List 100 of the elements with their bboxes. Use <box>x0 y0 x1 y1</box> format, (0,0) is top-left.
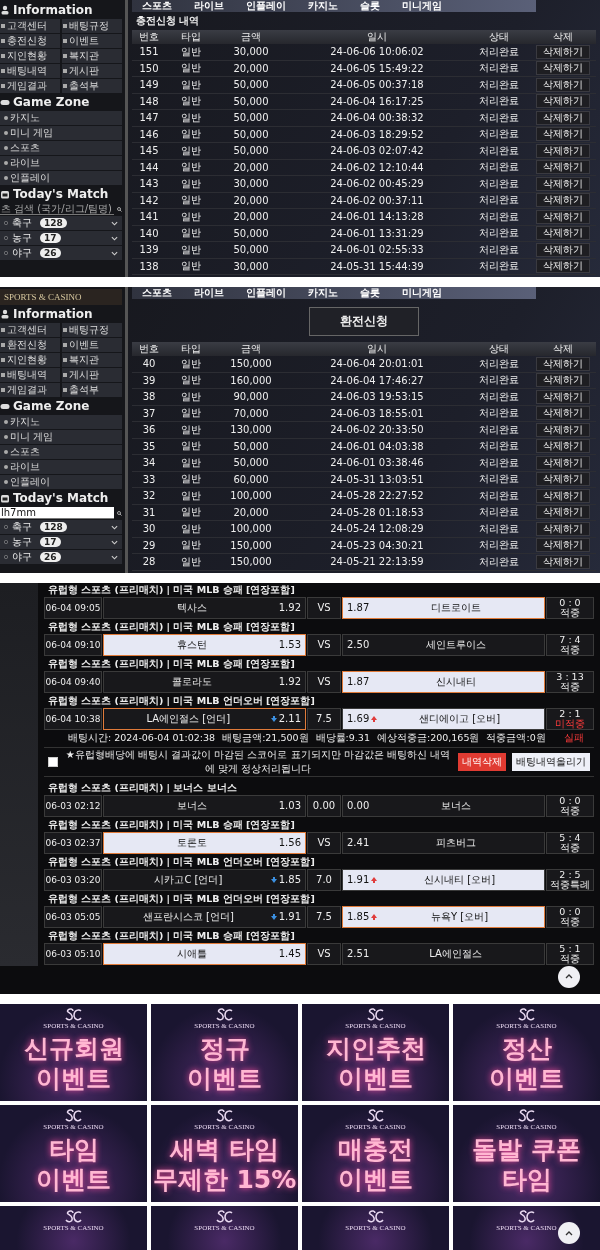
nav-link[interactable]: 스포츠 <box>142 287 172 300</box>
delete-button[interactable]: 삭제하기 <box>536 455 590 470</box>
action-button[interactable]: 배팅내역올리기 <box>512 752 590 771</box>
delete-button[interactable]: 삭제하기 <box>536 538 590 553</box>
section-heading: Information <box>13 3 93 17</box>
count-badge: 17 <box>40 233 61 243</box>
menu-button[interactable]: 복지관 <box>62 353 122 367</box>
menu-button[interactable]: 게임결과 <box>0 383 60 397</box>
dot-icon <box>4 435 8 439</box>
delete-button[interactable]: 삭제하기 <box>536 406 590 421</box>
delete-button[interactable]: 삭제하기 <box>536 160 590 175</box>
delete-button[interactable]: 삭제하기 <box>536 356 590 371</box>
nav-link[interactable]: 카지노 <box>308 287 338 300</box>
sport-item[interactable]: 농구 17 <box>0 535 122 549</box>
menu-button[interactable]: 지인현황 <box>0 353 60 367</box>
nav-link[interactable]: 스포츠 <box>142 0 172 13</box>
menu-button[interactable]: 환전신청 <box>0 338 60 352</box>
menu-button[interactable]: 배팅내역 <box>0 368 60 382</box>
sport-item[interactable]: 야구 26 <box>0 246 122 260</box>
menu-button[interactable]: 지인현황 <box>0 49 60 63</box>
nav-link[interactable]: 슬롯 <box>360 287 380 300</box>
nav-link[interactable]: 인플레이 <box>246 287 286 300</box>
monogram-logo-icon <box>63 1108 84 1123</box>
banner-title: 정규 <box>199 1033 250 1064</box>
delete-button[interactable]: 삭제하기 <box>536 94 590 109</box>
delete-button[interactable]: 삭제하기 <box>536 389 590 404</box>
game-zone-button[interactable]: 카지노 <box>0 415 122 429</box>
delete-button[interactable]: 삭제하기 <box>536 209 590 224</box>
delete-button[interactable]: 삭제하기 <box>536 242 590 257</box>
menu-button[interactable]: 게시판 <box>62 64 122 78</box>
menu-button[interactable]: 출석부 <box>62 383 122 397</box>
delete-button[interactable]: 삭제하기 <box>536 127 590 142</box>
search-icon[interactable] <box>117 508 122 518</box>
delete-button[interactable]: 삭제하기 <box>536 505 590 520</box>
action-button[interactable]: 내역삭제 <box>458 752 506 771</box>
menu-button[interactable]: 게임결과 <box>0 79 60 93</box>
delete-button[interactable]: 삭제하기 <box>536 226 590 241</box>
delete-button[interactable]: 삭제하기 <box>536 422 590 437</box>
sport-item[interactable]: 농구 17 <box>0 231 122 245</box>
sport-item[interactable]: 야구 26 <box>0 550 122 564</box>
table-cell-text: 일반 <box>180 439 202 454</box>
table-cell-text: 처리완료 <box>478 455 520 470</box>
nav-link[interactable]: 라이브 <box>194 0 224 13</box>
sport-item[interactable]: 축구 128 <box>0 216 122 230</box>
menu-button[interactable]: 배팅내역 <box>0 64 60 78</box>
nav-link[interactable]: 미니게임 <box>402 0 442 13</box>
team-name: 피츠버그 <box>434 835 477 850</box>
menu-button[interactable]: 복지관 <box>62 49 122 63</box>
search-field[interactable]: 츠 검색 (국가/리그/팀명) <box>0 203 114 215</box>
delete-button[interactable]: 삭제하기 <box>536 61 590 76</box>
delete-button[interactable]: 삭제하기 <box>536 44 590 59</box>
delete-button[interactable]: 삭제하기 <box>536 521 590 536</box>
odds: 0.00 <box>347 800 370 811</box>
nav-link[interactable]: 라이브 <box>194 287 224 300</box>
game-zone-button[interactable]: 미니 게임 <box>0 126 122 140</box>
section-heading: Game Zone <box>13 399 90 413</box>
game-zone-button[interactable]: 스포츠 <box>0 445 122 459</box>
match-time: 06-03 02:12 <box>44 794 102 817</box>
delete-button[interactable]: 삭제하기 <box>536 439 590 454</box>
nav-link[interactable]: 미니게임 <box>402 287 442 300</box>
game-zone-button[interactable]: 카지노 <box>0 111 122 125</box>
table-cell-text: 처리완료 <box>478 61 520 76</box>
delete-button[interactable]: 삭제하기 <box>536 77 590 92</box>
nav-link[interactable]: 슬롯 <box>360 0 380 13</box>
sport-item[interactable]: 축구 128 <box>0 520 122 534</box>
delete-button[interactable]: 삭제하기 <box>536 176 590 191</box>
delete-button[interactable]: 삭제하기 <box>536 472 590 487</box>
menu-button[interactable]: 출석부 <box>62 79 122 93</box>
game-zone-button[interactable]: 미니 게임 <box>0 430 122 444</box>
game-zone-button[interactable]: 라이브 <box>0 460 122 474</box>
menu-button[interactable]: 배팅규정 <box>62 19 122 33</box>
game-zone-button[interactable]: 라이브 <box>0 156 122 170</box>
table-cell-text: 50,000 <box>232 457 270 469</box>
delete-button[interactable]: 삭제하기 <box>536 110 590 125</box>
person-icon <box>0 5 10 15</box>
search-field[interactable]: lh7mm <box>0 507 114 519</box>
game-zone-button[interactable]: 인플레이 <box>0 475 122 489</box>
game-zone-button[interactable]: 인플레이 <box>0 171 122 185</box>
menu-button[interactable]: 고객센터 <box>0 19 60 33</box>
banner-title: 매충전 <box>338 1134 413 1165</box>
game-zone-button[interactable]: 스포츠 <box>0 141 122 155</box>
delete-button[interactable]: 삭제하기 <box>536 373 590 388</box>
scroll-top-button[interactable] <box>558 965 580 988</box>
menu-button[interactable]: 게시판 <box>62 368 122 382</box>
nav-link[interactable]: 카지노 <box>308 0 338 13</box>
menu-button[interactable]: 충전신청 <box>0 34 60 48</box>
nav-link[interactable]: 인플레이 <box>246 0 286 13</box>
menu-button[interactable]: 배팅규정 <box>62 323 122 337</box>
delete-button[interactable]: 삭제하기 <box>536 259 590 274</box>
menu-button[interactable]: 고객센터 <box>0 323 60 337</box>
checkbox[interactable] <box>48 756 58 767</box>
menu-button[interactable]: 이벤트 <box>62 338 122 352</box>
menu-button[interactable]: 이벤트 <box>62 34 122 48</box>
delete-button[interactable]: 삭제하기 <box>536 143 590 158</box>
delete-button[interactable]: 삭제하기 <box>536 554 590 569</box>
search-icon[interactable] <box>117 204 122 214</box>
delete-button[interactable]: 삭제하기 <box>536 193 590 208</box>
team-name: 콜로라도 <box>171 674 214 689</box>
site-logo[interactable]: SPORTS & CASINO <box>0 289 122 305</box>
delete-button[interactable]: 삭제하기 <box>536 488 590 503</box>
